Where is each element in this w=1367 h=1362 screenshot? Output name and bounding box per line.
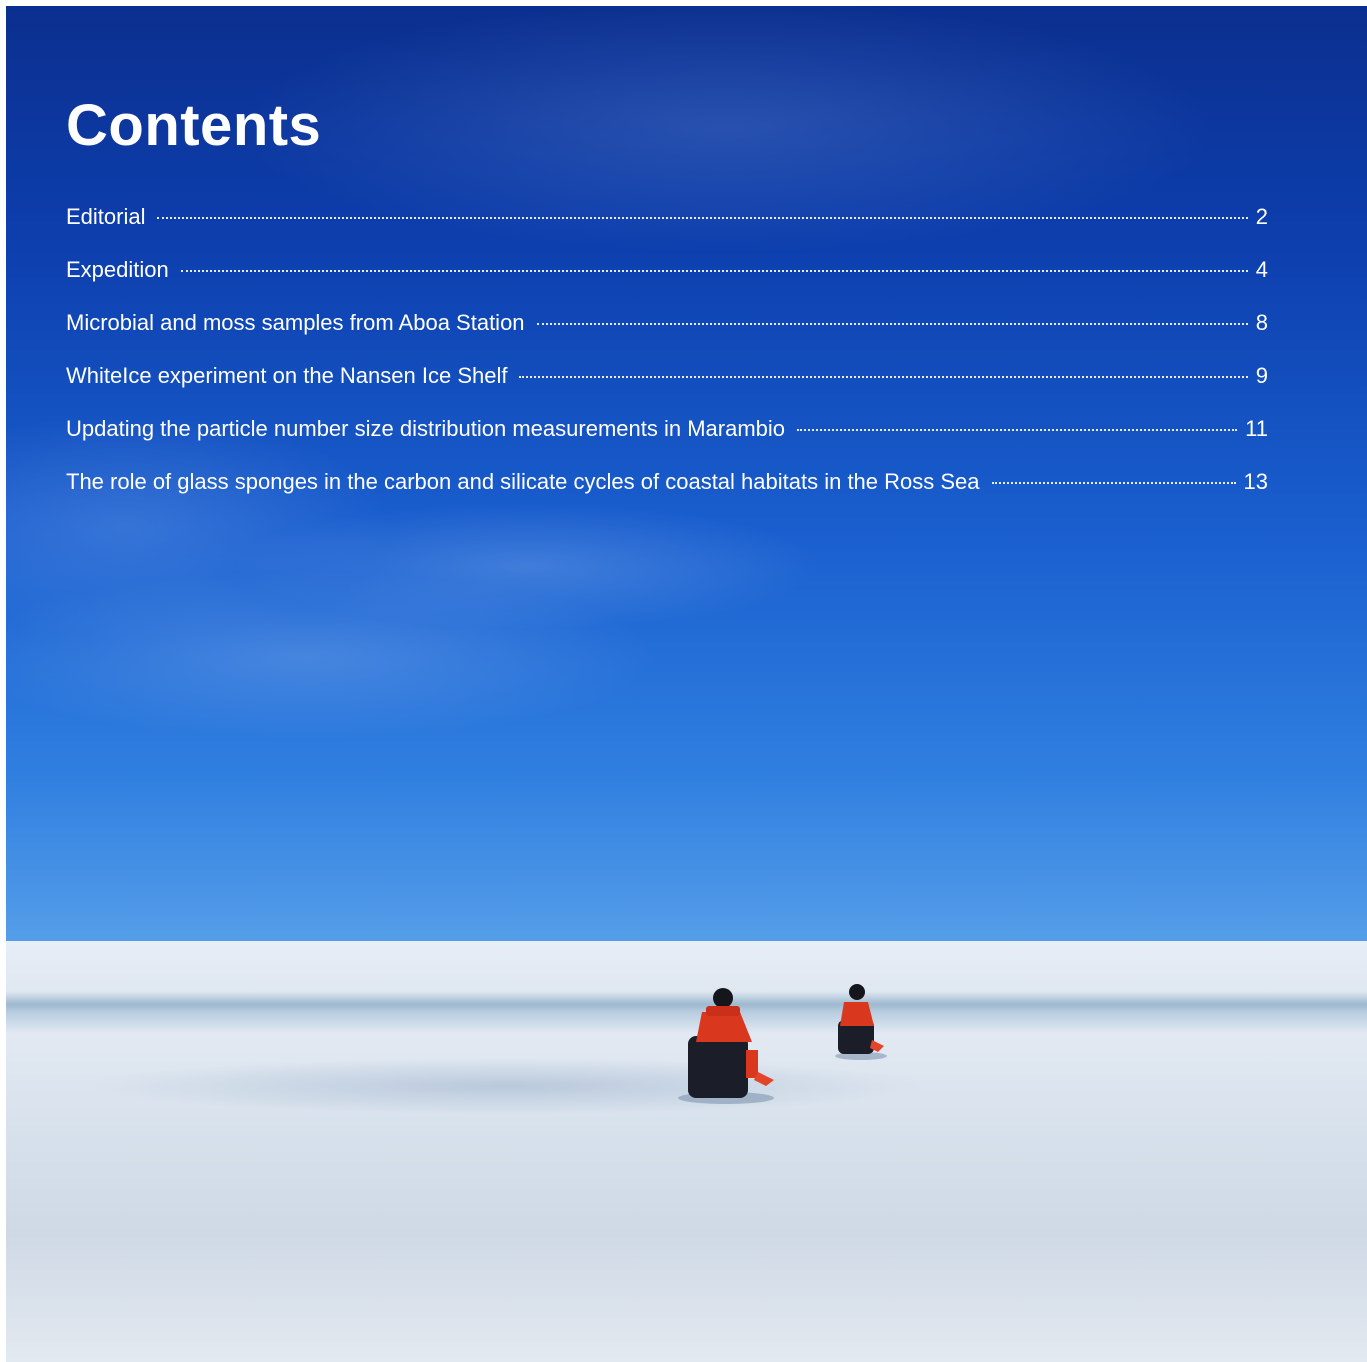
toc-entry-title: Editorial — [66, 204, 146, 229]
toc-page-number: 8 — [1255, 310, 1268, 335]
toc-entry-title: The role of glass sponges in the carbon … — [66, 469, 980, 494]
dot-leader — [180, 270, 1248, 272]
toc-entry-title: WhiteIce experiment on the Nansen Ice Sh… — [66, 363, 508, 388]
toc-entry-whiteice[interactable]: WhiteIce experiment on the Nansen Ice Sh… — [66, 363, 1268, 416]
dot-leader — [797, 429, 1238, 431]
toc-entry-microbial-moss[interactable]: Microbial and moss samples from Aboa Sta… — [66, 310, 1268, 363]
toc-page-number: 9 — [1255, 363, 1268, 388]
dot-leader — [536, 323, 1248, 325]
toc-entry-editorial[interactable]: Editorial 2 — [66, 204, 1268, 257]
toc-page-number: 11 — [1245, 416, 1268, 441]
toc-entry-expedition[interactable]: Expedition 4 — [66, 257, 1268, 310]
toc-entry-glass-sponges[interactable]: The role of glass sponges in the carbon … — [66, 469, 1268, 522]
toc-page-number: 2 — [1255, 204, 1268, 229]
dot-leader — [991, 482, 1236, 484]
dot-leader — [519, 376, 1248, 378]
toc-entry-particle-size[interactable]: Updating the particle number size distri… — [66, 416, 1268, 469]
toc-entry-title: Updating the particle number size distri… — [66, 416, 786, 441]
toc-page-number: 4 — [1255, 257, 1268, 282]
toc-entry-title: Microbial and moss samples from Aboa Sta… — [66, 310, 525, 335]
contents-page: Contents Editorial 2 Expedition 4 Microb… — [6, 6, 1367, 1362]
toc-page-number: 13 — [1243, 469, 1268, 494]
dot-leader — [157, 217, 1248, 219]
snowmobile-riders — [678, 984, 887, 1104]
page-title: Contents — [66, 93, 322, 158]
table-of-contents: Editorial 2 Expedition 4 Microbial and m… — [66, 204, 1268, 522]
toc-entry-title: Expedition — [66, 257, 169, 282]
